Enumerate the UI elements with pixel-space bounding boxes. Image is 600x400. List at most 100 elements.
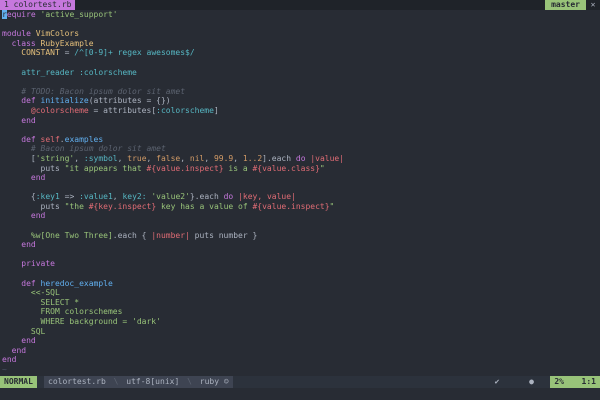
code-token: end <box>2 345 27 355</box>
code-line: end <box>0 336 600 346</box>
code-token: #{value.inspect} <box>252 201 330 211</box>
code-token: , <box>180 153 190 163</box>
code-token: WHERE background = 'dark' <box>2 317 161 326</box>
code-token: self <box>40 134 60 144</box>
code-token: ] <box>213 105 219 115</box>
scroll-percent: 2% <box>550 376 568 388</box>
code-token: def <box>2 278 41 288</box>
code-token: #{value.inspect} <box>146 163 224 173</box>
code-line: require 'active_support' <box>0 10 600 20</box>
code-token: /^[0-9]+ regex awesomes$/ <box>74 48 195 58</box>
code-line: FROM colorschemes <box>0 307 600 317</box>
code-token: , <box>117 153 128 163</box>
code-line: end <box>0 240 600 250</box>
code-token: SQL <box>2 326 46 336</box>
command-line[interactable] <box>0 388 600 400</box>
code-line: end <box>0 116 600 126</box>
code-token: initialize <box>40 96 89 106</box>
tab-colortest[interactable]: 1 colortest.rb <box>0 0 76 10</box>
tabline: 1 colortest.rb master ✕ <box>0 0 600 10</box>
code-token: # TODO: Bacon ipsum dolor sit amet <box>2 86 186 96</box>
code-token: "it appears that <box>64 163 147 173</box>
code-line: @colorscheme = attributes[:colorscheme] <box>0 106 600 116</box>
code-token: }.each <box>189 192 224 202</box>
code-token: :symbol <box>83 153 118 163</box>
file-info: colortest.rb \ utf-8[unix] \ ruby ☺ <box>44 376 233 388</box>
code-line: def initialize(attributes = {}) <box>0 96 600 106</box>
code-token: "the <box>64 201 89 211</box>
code-line: class RubyExample <box>0 39 600 49</box>
git-branch-badge: master <box>545 0 586 10</box>
code-line: WHERE background = 'dark' <box>0 317 600 327</box>
code-token: private <box>2 259 55 269</box>
code-token: end <box>2 240 36 250</box>
code-token: 'active_support' <box>40 10 118 19</box>
code-token: #{value.class} <box>252 163 320 173</box>
code-line: SQL <box>0 327 600 337</box>
code-token: false <box>156 153 181 163</box>
separator: \ <box>187 377 192 386</box>
close-icon[interactable]: ✕ <box>588 0 598 10</box>
code-token: :key1 <box>35 192 60 202</box>
code-line: ['string', :symbol, true, false, nil, 99… <box>0 154 600 164</box>
code-token: 99.9 <box>213 153 234 163</box>
code-token: do <box>223 192 239 202</box>
code-token: |value| <box>310 153 345 163</box>
check-icon: ✔ <box>494 377 500 386</box>
code-line: # Bacon ipsum dolor sit amet <box>0 144 600 154</box>
cursor-position: 1:1 <box>568 376 600 388</box>
code-line: end <box>0 211 600 221</box>
code-line: SELECT * <box>0 298 600 308</box>
code-token: " <box>329 201 335 211</box>
code-token: @colorscheme <box>2 105 94 115</box>
code-line: module VimColors <box>0 29 600 39</box>
status-dots-icon: ● <box>529 377 534 386</box>
code-token: def <box>2 134 41 144</box>
code-token: FROM colorschemes <box>2 307 123 317</box>
editor-buffer[interactable]: require 'active_support'module VimColors… <box>0 10 600 376</box>
code-token: puts <box>2 163 65 173</box>
code-token: , <box>146 153 157 163</box>
code-token: end <box>2 355 17 365</box>
code-token: end <box>2 336 36 346</box>
code-token: 'string' <box>35 153 75 163</box>
code-token: , <box>233 153 243 163</box>
code-token: puts <box>2 201 65 211</box>
code-token: %w[One Two Three] <box>2 230 113 240</box>
code-token: examples <box>64 134 104 144</box>
filetype-icon: ☺ <box>223 377 229 386</box>
code-token: |key, value| <box>238 192 296 202</box>
code-token: = attributes[ <box>93 105 157 115</box>
code-line: attr_reader :colorscheme <box>0 68 600 78</box>
code-token: , <box>204 153 214 163</box>
code-token: { <box>2 192 36 202</box>
filename-label: colortest.rb <box>48 377 106 386</box>
code-token: |number| <box>151 230 190 240</box>
statusline: NORMAL colortest.rb \ utf-8[unix] \ ruby… <box>0 376 600 388</box>
code-line: %w[One Two Three].each { |number| puts n… <box>0 231 600 241</box>
code-token: #{key.inspect} <box>88 201 157 211</box>
code-token: puts number } <box>189 230 258 240</box>
code-line: puts "the #{key.inspect} key has a value… <box>0 202 600 212</box>
code-token: end <box>2 173 46 183</box>
code-token: is a <box>223 163 253 173</box>
code-token: module <box>2 29 36 39</box>
filetype-label: ruby <box>199 377 220 386</box>
code-token: key2: <box>122 192 147 202</box>
code-token: class <box>2 38 41 48</box>
separator: \ <box>113 377 119 386</box>
code-token: CONSTANT <box>2 48 65 58</box>
code-token: , <box>112 192 123 202</box>
code-token: end <box>2 211 46 221</box>
code-token: ~ <box>2 364 7 374</box>
code-token: :value1 <box>79 192 113 202</box>
code-line: # TODO: Bacon ipsum dolor sit amet <box>0 87 600 97</box>
code-token: RubyExample <box>40 38 94 48</box>
code-token: => <box>59 192 80 202</box>
code-token: key has a value of <box>156 201 253 211</box>
code-token: = <box>64 48 75 58</box>
code-line: ~ <box>0 365 600 375</box>
